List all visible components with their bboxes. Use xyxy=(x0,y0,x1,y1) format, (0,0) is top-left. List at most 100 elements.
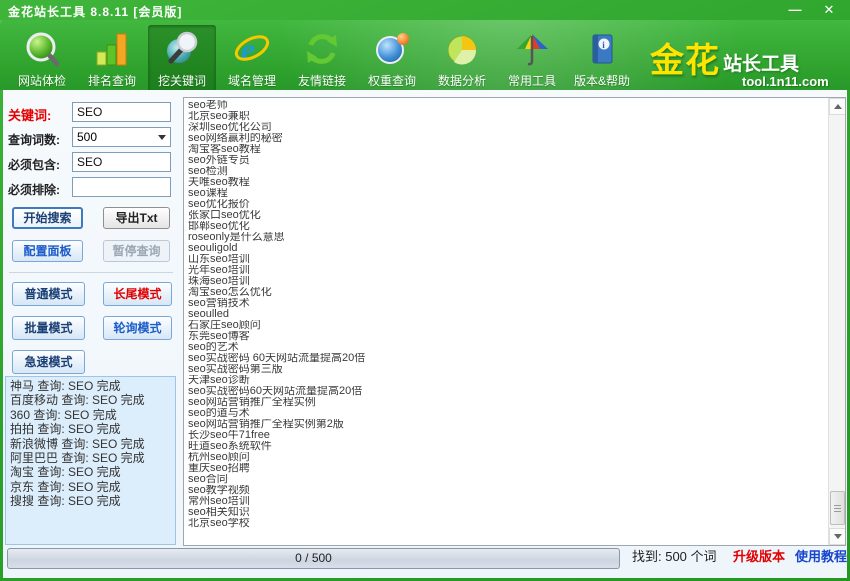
status-log-line: 新浪微博 查询: SEO 完成 xyxy=(10,437,171,451)
result-keyword-line[interactable]: seo合同 xyxy=(188,474,825,485)
toolbar-item-friend-links[interactable]: 友情链接 xyxy=(288,25,356,93)
result-keyword-line[interactable]: 淘宝seo怎么优化 xyxy=(188,287,825,298)
close-button[interactable]: ✕ xyxy=(818,2,840,17)
result-keyword-line[interactable]: seo的艺术 xyxy=(188,342,825,353)
scroll-down-button[interactable] xyxy=(829,528,846,545)
vertical-scrollbar[interactable] xyxy=(828,98,845,545)
result-keyword-line[interactable]: 常州seo培训 xyxy=(188,496,825,507)
globe-magnifier-icon xyxy=(161,28,203,70)
result-keyword-line[interactable]: seo实战密码 60天网站流量提高20倍 xyxy=(188,353,825,364)
toolbar-item-label: 网站体检 xyxy=(18,72,66,89)
toolbar-item-label: 权重查询 xyxy=(368,72,416,89)
status-log-list[interactable]: 神马 查询: SEO 完成百度移动 查询: SEO 完成360 查询: SEO … xyxy=(5,376,176,545)
toolbar-item-label: 友情链接 xyxy=(298,72,346,89)
toolbar-item-label: 排名查询 xyxy=(88,72,136,89)
result-keyword-line[interactable]: 珠海seo培训 xyxy=(188,276,825,287)
title-bar: 金花站长工具 8.8.11 [会员版] — ✕ xyxy=(0,0,850,20)
export-txt-button[interactable]: 导出Txt xyxy=(103,207,170,229)
toolbar-item-dig-keywords[interactable]: 挖关键词 xyxy=(148,25,216,93)
result-keyword-line[interactable]: seouligold xyxy=(188,243,825,254)
minimize-button[interactable]: — xyxy=(784,2,806,17)
toolbar-item-rank-query[interactable]: 排名查询 xyxy=(78,25,146,93)
result-keyword-line[interactable]: 邯郸seo优化 xyxy=(188,221,825,232)
thumb-grip xyxy=(834,505,841,506)
result-keyword-line[interactable]: seo网站营销推广全程实例 xyxy=(188,397,825,408)
result-keyword-line[interactable]: seo相关知识 xyxy=(188,507,825,518)
must-exclude-input[interactable] xyxy=(72,177,171,197)
result-keyword-line[interactable]: seo营销技术 xyxy=(188,298,825,309)
mode-normal-button[interactable]: 普通模式 xyxy=(12,282,85,306)
must-include-input[interactable] xyxy=(72,152,171,172)
toolbar-item-label: 数据分析 xyxy=(438,72,486,89)
found-count-text: 找到: 500 个词 xyxy=(632,546,717,565)
result-keyword-line[interactable]: seo老师 xyxy=(188,100,825,111)
scroll-up-button[interactable] xyxy=(829,98,846,115)
keyword-input[interactable] xyxy=(72,102,171,122)
progress-bar: 0 / 500 xyxy=(7,548,620,569)
scroll-down-icon xyxy=(834,534,842,539)
query-count-label: 查询词数: xyxy=(8,131,60,148)
result-keyword-line[interactable]: seo教学视频 xyxy=(188,485,825,496)
result-keyword-line[interactable]: 长沙seo牛71free xyxy=(188,430,825,441)
umbrella-icon xyxy=(511,28,553,70)
result-keyword-line[interactable]: 山东seo培训 xyxy=(188,254,825,265)
toolbar-item-common-tools[interactable]: 常用工具 xyxy=(498,25,566,93)
query-count-value: 500 xyxy=(77,130,97,144)
result-keyword-line[interactable]: seo检测 xyxy=(188,166,825,177)
brand-logo: 金花 站长工具 tool.1n11.com xyxy=(650,46,840,89)
toolbar-item-site-check[interactable]: 网站体检 xyxy=(8,25,76,93)
brand-primary: 金花 xyxy=(650,46,720,76)
result-keyword-line[interactable]: seo实战密码60天网站流量提高20倍 xyxy=(188,386,825,397)
status-log-line: 拍拍 查询: SEO 完成 xyxy=(10,422,171,436)
main-body: 关键词: 查询词数: 500 必须包含: 必须排除: 开始搜索 导出Txt 配置… xyxy=(3,90,847,578)
result-keyword-line[interactable]: seo网络赢利的秘密 xyxy=(188,133,825,144)
tutorial-link[interactable]: 使用教程 xyxy=(795,546,847,565)
toolbar-item-weight-query[interactable]: 权重查询 xyxy=(358,25,426,93)
result-keyword-line[interactable]: 张家口seo优化 xyxy=(188,210,825,221)
result-keyword-line[interactable]: 石家庄seo顾问 xyxy=(188,320,825,331)
thumb-grip xyxy=(834,508,841,509)
start-search-button[interactable]: 开始搜索 xyxy=(12,207,83,229)
result-keyword-line[interactable]: 深圳seo优化公司 xyxy=(188,122,825,133)
result-keyword-line[interactable]: 淘宝客seo教程 xyxy=(188,144,825,155)
results-list[interactable]: seo老师北京seo兼职深圳seo优化公司seo网络赢利的秘密淘宝客seo教程s… xyxy=(188,100,825,545)
bar-chart-icon xyxy=(91,28,133,70)
status-log-line: 京东 查询: SEO 完成 xyxy=(10,480,171,494)
result-keyword-line[interactable]: seo网站营销推广全程实例第2版 xyxy=(188,419,825,430)
upgrade-link[interactable]: 升级版本 xyxy=(733,546,785,565)
toolbar-item-label: 常用工具 xyxy=(508,72,556,89)
result-keyword-line[interactable]: seo外链专员 xyxy=(188,155,825,166)
result-keyword-line[interactable]: seo的道与术 xyxy=(188,408,825,419)
result-keyword-line[interactable]: roseonly是什么意思 xyxy=(188,232,825,243)
pause-query-button[interactable]: 暂停查询 xyxy=(103,240,170,262)
result-keyword-line[interactable]: 旺道seo系统软件 xyxy=(188,441,825,452)
toolbar-item-domain-manage[interactable]: e 域名管理 xyxy=(218,25,286,93)
config-panel-button[interactable]: 配置面板 xyxy=(12,240,83,262)
thumb-grip xyxy=(834,511,841,512)
mode-longtail-button[interactable]: 长尾模式 xyxy=(103,282,172,306)
toolbar-item-label: 版本&帮助 xyxy=(574,72,630,89)
result-keyword-line[interactable]: 光年seo培训 xyxy=(188,265,825,276)
result-keyword-line[interactable]: 北京seo学校 xyxy=(188,518,825,529)
scrollbar-thumb[interactable] xyxy=(830,491,845,525)
query-count-dropdown[interactable]: 500 xyxy=(72,127,171,147)
app-window: 金花站长工具 8.8.11 [会员版] — ✕ 网站体检 排名查询 xyxy=(0,0,850,581)
result-keyword-line[interactable]: 北京seo兼职 xyxy=(188,111,825,122)
toolbar-item-data-analysis[interactable]: 数据分析 xyxy=(428,25,496,93)
mode-poll-button[interactable]: 轮询模式 xyxy=(103,316,172,340)
result-keyword-line[interactable]: seo实战密码第三版 xyxy=(188,364,825,375)
result-keyword-line[interactable]: 重庆seo招聘 xyxy=(188,463,825,474)
result-keyword-line[interactable]: 夫唯seo教程 xyxy=(188,177,825,188)
result-keyword-line[interactable]: seo优化报价 xyxy=(188,199,825,210)
toolbar-item-version-help[interactable]: i 版本&帮助 xyxy=(568,25,636,93)
result-keyword-line[interactable]: 杭州seo顾问 xyxy=(188,452,825,463)
result-keyword-line[interactable]: 东莞seo博客 xyxy=(188,331,825,342)
mode-batch-button[interactable]: 批量模式 xyxy=(12,316,85,340)
result-keyword-line[interactable]: 天津seo诊断 xyxy=(188,375,825,386)
keyword-label: 关键词: xyxy=(8,105,51,124)
result-keyword-line[interactable]: seoulled xyxy=(188,309,825,320)
chevron-down-icon xyxy=(158,135,166,140)
mode-fast-button[interactable]: 急速模式 xyxy=(12,350,85,374)
status-log-line: 搜搜 查询: SEO 完成 xyxy=(10,494,171,508)
result-keyword-line[interactable]: seo课程 xyxy=(188,188,825,199)
